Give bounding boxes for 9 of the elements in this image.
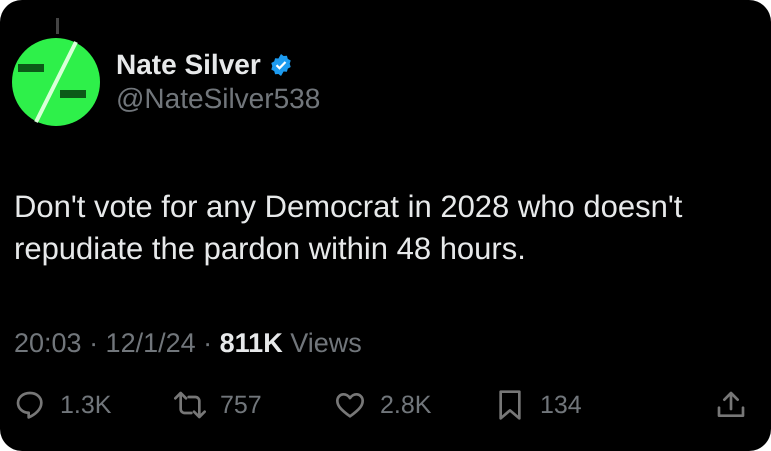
action-count: 134: [540, 390, 582, 420]
tweet-text: Don't vote for any Democrat in 2028 who doesn't repudiate the pardon within 48 hours.: [14, 188, 684, 268]
repost-icon[interactable]: [174, 389, 206, 421]
tweet-meta: 20:03 · 12/1/24 · 811K Views: [14, 328, 363, 359]
action-count: 1.3K: [60, 390, 112, 420]
author-name[interactable]: Nate Silver: [116, 49, 261, 81]
action-count: 2.8K: [380, 390, 432, 420]
action-count: 757: [220, 390, 262, 420]
author-handle[interactable]: @NateSilver538: [116, 83, 320, 115]
